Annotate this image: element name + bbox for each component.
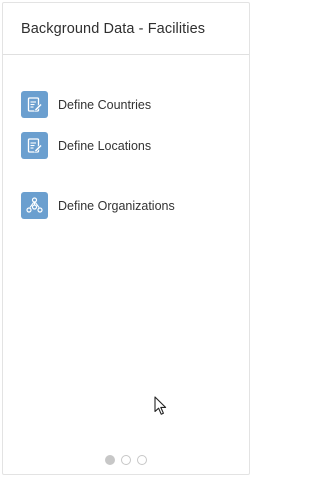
define-countries-label: Define Countries [58,97,152,112]
edit-document-icon [21,132,48,159]
define-locations-label: Define Locations [58,138,152,153]
page-dot-2[interactable] [121,455,131,465]
define-organizations-label: Define Organizations [58,198,175,213]
page-dot-3[interactable] [137,455,147,465]
page-dot-1[interactable] [105,455,115,465]
page-indicator [3,455,249,465]
define-locations-link[interactable]: Define Locations [21,132,151,159]
define-organizations-link[interactable]: Define Organizations [21,192,175,219]
card-header: Background Data - Facilities [3,3,249,55]
org-chart-icon [21,192,48,219]
facilities-card: Background Data - Facilities Define Coun… [2,2,250,475]
card-title: Background Data - Facilities [21,20,206,37]
edit-document-icon [21,91,48,118]
define-countries-link[interactable]: Define Countries [21,91,151,118]
